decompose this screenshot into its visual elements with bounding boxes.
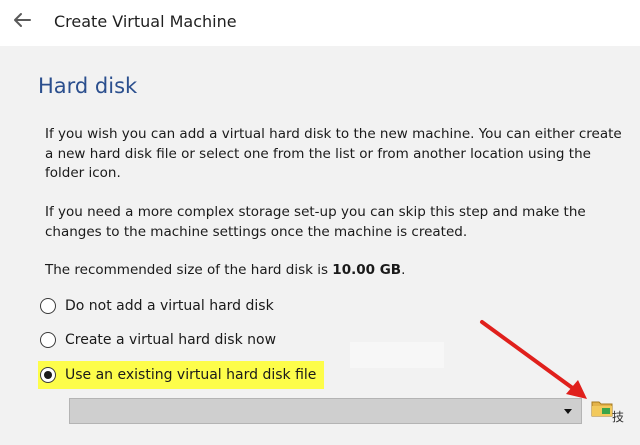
create-vm-dialog: Create Virtual Machine Hard disk If you … [0, 0, 640, 445]
radio-use-existing-disk[interactable]: Use an existing virtual hard disk file [38, 361, 325, 389]
radio-label: Use an existing virtual hard disk file [65, 367, 317, 383]
choose-disk-file-button[interactable] [590, 396, 614, 420]
recommended-size-prefix: The recommended size of the hard disk is [45, 262, 333, 278]
radio-button[interactable] [40, 298, 56, 314]
recommended-size-value: 10.00 GB [332, 262, 402, 278]
radio-create-disk[interactable]: Create a virtual hard disk now [38, 327, 276, 353]
radio-button-selected[interactable] [40, 367, 56, 383]
radio-label: Do not add a virtual hard disk [65, 298, 274, 314]
page-title: Hard disk [38, 74, 138, 98]
radio-label: Create a virtual hard disk now [65, 332, 277, 348]
watermark-glyph: 技 [612, 410, 625, 424]
recommended-size-suffix: . [401, 262, 406, 278]
radio-button[interactable] [40, 332, 56, 348]
intro-paragraph: If you wish you can add a virtual hard d… [45, 126, 622, 181]
back-button[interactable] [10, 8, 34, 32]
radio-no-disk[interactable]: Do not add a virtual hard disk [38, 293, 274, 319]
storage-paragraph: If you need a more complex storage set-u… [45, 204, 586, 240]
chevron-down-icon[interactable] [564, 409, 572, 414]
recommended-size-text: The recommended size of the hard disk is… [45, 261, 405, 281]
title-bar: Create Virtual Machine [0, 0, 640, 46]
radio-selected-dot [44, 371, 52, 379]
folder-icon [591, 401, 613, 417]
back-arrow-icon [14, 13, 31, 27]
background-patch [350, 342, 444, 368]
wizard-page: Hard disk If you wish you can add a virt… [0, 46, 640, 445]
window-title: Create Virtual Machine [54, 12, 237, 31]
existing-disk-combobox[interactable] [69, 398, 582, 424]
